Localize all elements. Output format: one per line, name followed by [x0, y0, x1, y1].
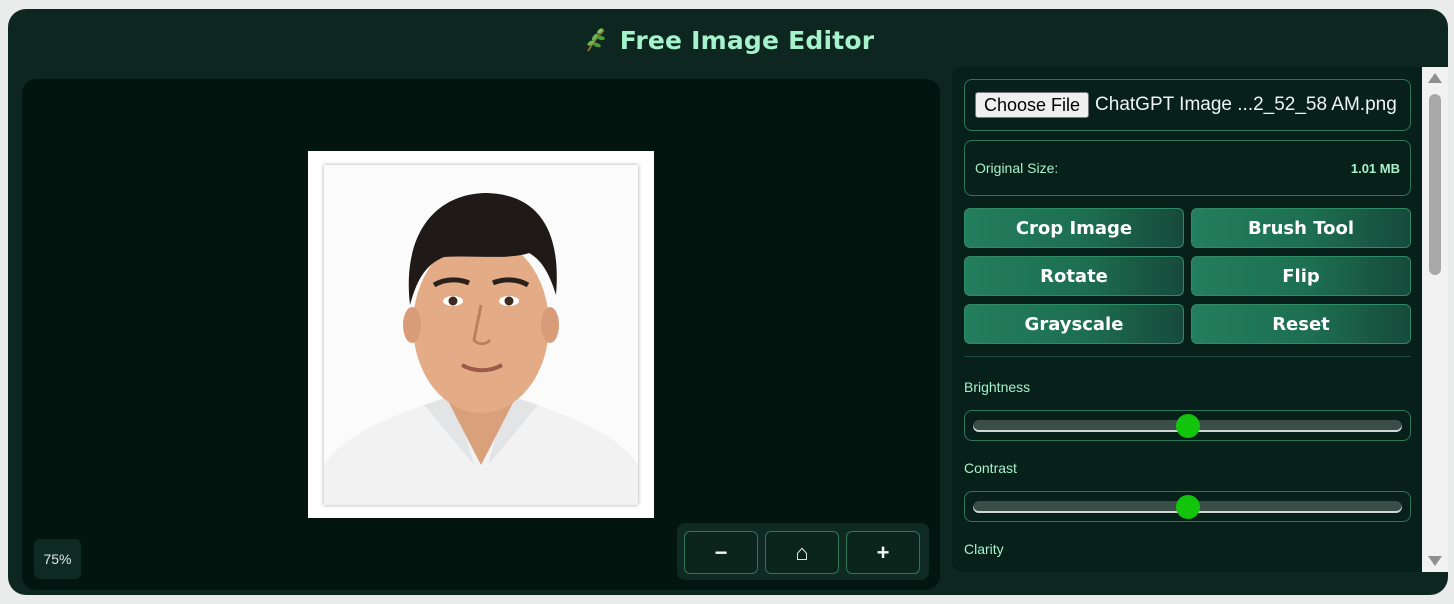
grayscale-button[interactable]: Grayscale	[964, 304, 1184, 344]
original-size-label: Original Size:	[975, 160, 1059, 176]
zoom-out-button[interactable]: −	[684, 531, 758, 574]
portrait-image	[324, 165, 638, 505]
reset-button[interactable]: Reset	[1191, 304, 1411, 344]
herb-icon	[586, 28, 605, 52]
header: Free Image Editor	[8, 9, 1448, 71]
page-title: Free Image Editor	[619, 25, 875, 55]
zoom-controls: − ⌂ +	[677, 523, 929, 580]
brightness-slider[interactable]	[964, 410, 1411, 441]
crop-image-button[interactable]: Crop Image	[964, 208, 1184, 248]
flip-button[interactable]: Flip	[1191, 256, 1411, 296]
panel-scrollbar[interactable]	[1422, 67, 1448, 572]
original-size-value: 1.01 MB	[1350, 160, 1400, 176]
editor-app: Free Image Editor 75% − ⌂ + Choose File …	[8, 9, 1448, 595]
rotate-button[interactable]: Rotate	[964, 256, 1184, 296]
clarity-label: Clarity	[964, 541, 1004, 557]
file-name: ChatGPT Image ...2_52_58 AM.png	[1095, 94, 1397, 115]
scroll-thumb[interactable]	[1429, 94, 1441, 275]
contrast-thumb[interactable]	[1175, 495, 1200, 519]
image-preview[interactable]	[308, 151, 654, 518]
zoom-level: 75%	[34, 539, 81, 579]
original-size-info: Original Size: 1.01 MB	[964, 140, 1411, 196]
contrast-label: Contrast	[964, 460, 1017, 476]
brightness-label: Brightness	[964, 379, 1031, 395]
controls-panel: Choose File ChatGPT Image ...2_52_58 AM.…	[952, 67, 1422, 572]
contrast-slider[interactable]	[964, 491, 1411, 522]
choose-file-button[interactable]: Choose File	[975, 92, 1090, 118]
scroll-down-arrow-icon[interactable]	[1428, 556, 1442, 566]
brush-tool-button[interactable]: Brush Tool	[1191, 208, 1411, 248]
zoom-in-button[interactable]: +	[846, 531, 920, 574]
file-input[interactable]: Choose File ChatGPT Image ...2_52_58 AM.…	[964, 79, 1411, 131]
scroll-up-arrow-icon[interactable]	[1428, 73, 1442, 83]
portrait-photo	[324, 165, 638, 505]
image-canvas[interactable]: 75% − ⌂ +	[22, 79, 940, 590]
brightness-thumb[interactable]	[1175, 414, 1200, 438]
reset-zoom-button[interactable]: ⌂	[765, 531, 839, 574]
divider	[964, 356, 1411, 357]
